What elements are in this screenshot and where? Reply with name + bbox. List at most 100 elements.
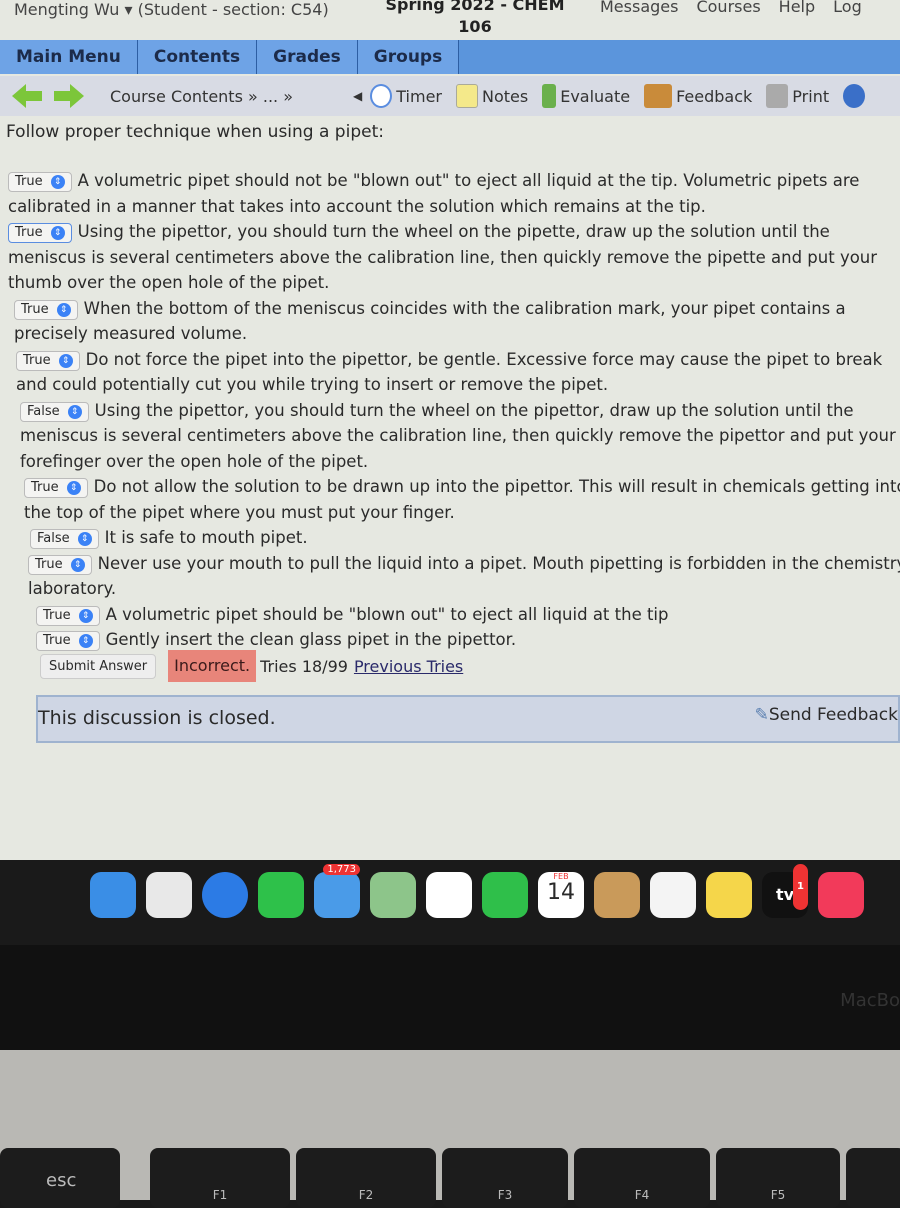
courses-link[interactable]: Courses xyxy=(696,0,760,16)
f4-key[interactable]: F4 xyxy=(574,1148,710,1208)
maps-icon[interactable] xyxy=(370,872,416,918)
printer-icon xyxy=(766,84,789,108)
main-menu-bar: Main Menu Contents Grades Groups xyxy=(0,40,900,74)
chevron-updown-icon: ⇕ xyxy=(67,404,82,419)
reminders-icon[interactable] xyxy=(650,872,696,918)
previous-tries-link[interactable]: Previous Tries xyxy=(354,657,463,676)
finder-icon[interactable] xyxy=(90,872,136,918)
tab-grades[interactable]: Grades xyxy=(257,40,358,74)
feedback-icon xyxy=(644,84,673,108)
chevron-updown-icon: ⇕ xyxy=(78,634,93,648)
notepad-icon xyxy=(455,84,478,108)
f2-key[interactable]: F2 xyxy=(296,1148,436,1208)
help-icon[interactable] xyxy=(843,84,866,108)
question-item: True ⇕ Gently insert the clean glass pipet… xyxy=(8,627,900,653)
question-text: Never use your mouth to pull the liquid … xyxy=(28,553,900,599)
question-text: When the bottom of the meniscus coincide… xyxy=(14,298,846,344)
forward-arrow-icon[interactable] xyxy=(54,84,84,108)
apple-tv-icon[interactable]: tv 1 xyxy=(762,864,808,918)
tab-groups[interactable]: Groups xyxy=(357,40,460,74)
feedback-button[interactable]: Feedback xyxy=(644,84,752,108)
question-item: True ⇕ Never use your mouth to pull the li… xyxy=(8,551,900,602)
send-feedback-link[interactable]: ✎Send Feedback xyxy=(755,705,898,725)
tab-contents[interactable]: Contents xyxy=(137,40,258,74)
answer-select[interactable]: True ⇕ xyxy=(24,478,88,498)
logout-link[interactable]: Log xyxy=(833,0,862,16)
contacts-icon[interactable] xyxy=(594,872,640,918)
wechat-icon[interactable] xyxy=(258,872,304,918)
facetime-icon[interactable] xyxy=(482,872,528,918)
answer-select[interactable]: True ⇕ xyxy=(8,172,72,192)
print-button[interactable]: Print xyxy=(766,84,829,108)
music-icon[interactable] xyxy=(818,872,864,918)
laptop-brand: MacBo xyxy=(840,990,900,1011)
tab-main-menu[interactable]: Main Menu xyxy=(0,40,138,74)
answer-select[interactable]: True ⇕ xyxy=(14,299,78,320)
mail-icon[interactable]: 1,773 xyxy=(314,864,360,918)
question-prompt: Follow proper technique when using a pip… xyxy=(6,122,384,142)
notes-app-icon[interactable] xyxy=(706,872,752,918)
help-link[interactable]: Help xyxy=(779,0,815,16)
question-item: False ⇕ Using the pipettor, you should tur… xyxy=(8,398,900,475)
chevron-updown-icon: ⇕ xyxy=(56,302,71,317)
submit-row: Submit Answer Incorrect. Tries 18/99 Pre… xyxy=(40,650,463,682)
f5-key[interactable]: F5 xyxy=(716,1148,840,1208)
user-menu[interactable]: Mengting Wu ▾ (Student - section: C54) xyxy=(14,0,329,19)
f3-key[interactable]: F3 xyxy=(442,1148,568,1208)
f1-key[interactable]: F1 xyxy=(150,1148,290,1208)
keyboard: esc F1 F2 F3 F4 F5 xyxy=(0,1050,900,1208)
chevron-updown-icon: ⇕ xyxy=(78,608,93,623)
question-item: True ⇕ A volumetric pipet should be "blown… xyxy=(8,602,900,628)
answer-select[interactable]: True ⇕ xyxy=(16,350,80,371)
feedback-label: Feedback xyxy=(676,86,753,106)
launchpad-icon[interactable] xyxy=(146,872,192,918)
answer-select[interactable]: True ⇕ xyxy=(36,631,100,651)
calendar-icon[interactable]: FEB 14 xyxy=(538,872,584,918)
thumbs-up-icon xyxy=(542,84,557,108)
question-item: True ⇕ When the bottom of the meniscus coi… xyxy=(8,296,900,347)
chevron-updown-icon: ⇕ xyxy=(70,557,85,572)
browser-screen: Mengting Wu ▾ (Student - section: C54) S… xyxy=(0,0,900,918)
evaluate-button[interactable]: Evaluate xyxy=(542,84,630,108)
timer-label: Timer xyxy=(396,86,442,106)
mail-badge: 1,773 xyxy=(323,864,360,875)
course-title: Spring 2022 - CHEM 106 xyxy=(385,0,565,36)
collapse-arrow-icon[interactable]: ◀ xyxy=(353,89,362,103)
tv-badge: 1 xyxy=(793,864,808,910)
chevron-updown-icon: ⇕ xyxy=(50,175,65,189)
stopwatch-icon xyxy=(370,84,393,108)
answer-select[interactable]: True ⇕ xyxy=(8,223,72,243)
print-label: Print xyxy=(792,86,830,106)
chevron-updown-icon: ⇕ xyxy=(77,532,92,546)
news-icon[interactable] xyxy=(426,872,472,918)
submit-answer-button[interactable]: Submit Answer xyxy=(40,653,157,679)
chevron-updown-icon: ⇕ xyxy=(66,481,81,495)
chevron-updown-icon: ⇕ xyxy=(50,226,65,240)
answer-select[interactable]: True ⇕ xyxy=(28,554,92,575)
question-item: True ⇕ Do not force the pipet into the pip… xyxy=(8,347,900,398)
safari-icon[interactable] xyxy=(202,872,248,918)
timer-button[interactable]: Timer xyxy=(370,84,442,108)
answer-select[interactable]: True ⇕ xyxy=(36,605,100,626)
f6-key[interactable] xyxy=(846,1148,900,1208)
toolbar: Course Contents » ... » ◀ Timer Notes Ev… xyxy=(0,76,900,116)
evaluate-label: Evaluate xyxy=(560,86,631,106)
top-bar: Mengting Wu ▾ (Student - section: C54) S… xyxy=(0,0,900,42)
answer-select[interactable]: False ⇕ xyxy=(20,401,89,422)
top-links: Messages Courses Help Log xyxy=(600,0,862,16)
notes-button[interactable]: Notes xyxy=(455,84,528,108)
back-arrow-icon[interactable] xyxy=(12,84,42,108)
question-text: Do not allow the solution to be drawn up… xyxy=(24,477,900,522)
answer-select[interactable]: False ⇕ xyxy=(30,529,99,549)
send-feedback-label: Send Feedback xyxy=(768,705,898,725)
messages-link[interactable]: Messages xyxy=(600,0,678,16)
question-item: False ⇕ It is safe to mouth pipet. xyxy=(8,525,900,551)
breadcrumb[interactable]: Course Contents » ... » xyxy=(110,87,293,106)
laptop-bezel: MacBo xyxy=(0,945,900,1055)
question-text: Do not force the pipet into the pipettor… xyxy=(16,349,883,395)
question-text: A volumetric pipet should be "blown out"… xyxy=(105,604,669,624)
question-item: True ⇕ Do not allow the solution to be dra… xyxy=(8,474,900,525)
esc-key[interactable]: esc xyxy=(0,1148,120,1208)
question-text: A volumetric pipet should not be "blown … xyxy=(8,171,860,216)
question-text: It is safe to mouth pipet. xyxy=(104,528,308,547)
